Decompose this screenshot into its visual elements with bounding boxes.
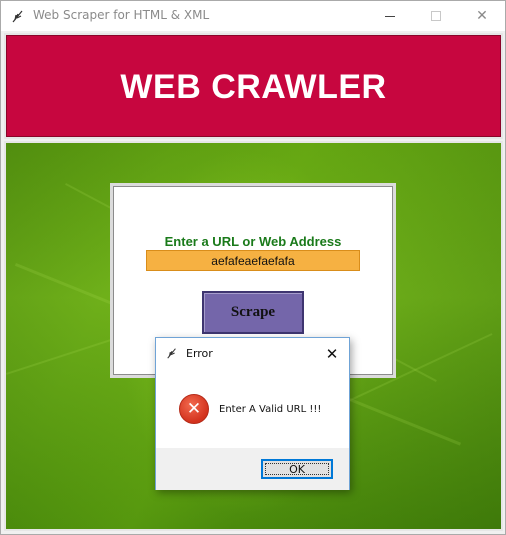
banner-title: WEB CRAWLER — [120, 68, 387, 106]
dialog-title: Error — [186, 347, 213, 360]
dialog-footer: OK — [156, 448, 349, 490]
error-dialog: Error ✕ ✕ Enter A Valid URL !!! OK — [155, 337, 350, 490]
maximize-button[interactable] — [413, 1, 459, 31]
ok-button[interactable]: OK — [261, 459, 333, 479]
window-titlebar[interactable]: Web Scraper for HTML & XML ✕ — [1, 1, 505, 31]
maximize-icon — [431, 11, 441, 21]
scrape-button[interactable]: Scrape — [202, 291, 304, 334]
url-input[interactable] — [146, 250, 360, 271]
minimize-icon — [385, 15, 395, 17]
dialog-close-button[interactable]: ✕ — [320, 342, 344, 366]
error-x-glyph: ✕ — [186, 399, 202, 419]
close-button[interactable]: ✕ — [459, 1, 505, 31]
minimize-button[interactable] — [367, 1, 413, 31]
feather-icon — [166, 347, 178, 362]
close-icon: ✕ — [325, 345, 339, 363]
window-title: Web Scraper for HTML & XML — [33, 8, 210, 22]
dialog-body: ✕ Enter A Valid URL !!! — [156, 370, 349, 448]
close-icon: ✕ — [476, 8, 488, 24]
header-banner: WEB CRAWLER — [4, 33, 503, 139]
dialog-titlebar[interactable]: Error ✕ — [156, 338, 349, 370]
feather-icon — [11, 9, 25, 23]
url-label: Enter a URL or Web Address — [164, 234, 342, 249]
error-x-icon: ✕ — [179, 394, 209, 424]
error-message: Enter A Valid URL !!! — [219, 404, 322, 415]
ok-button-label: OK — [289, 462, 305, 476]
